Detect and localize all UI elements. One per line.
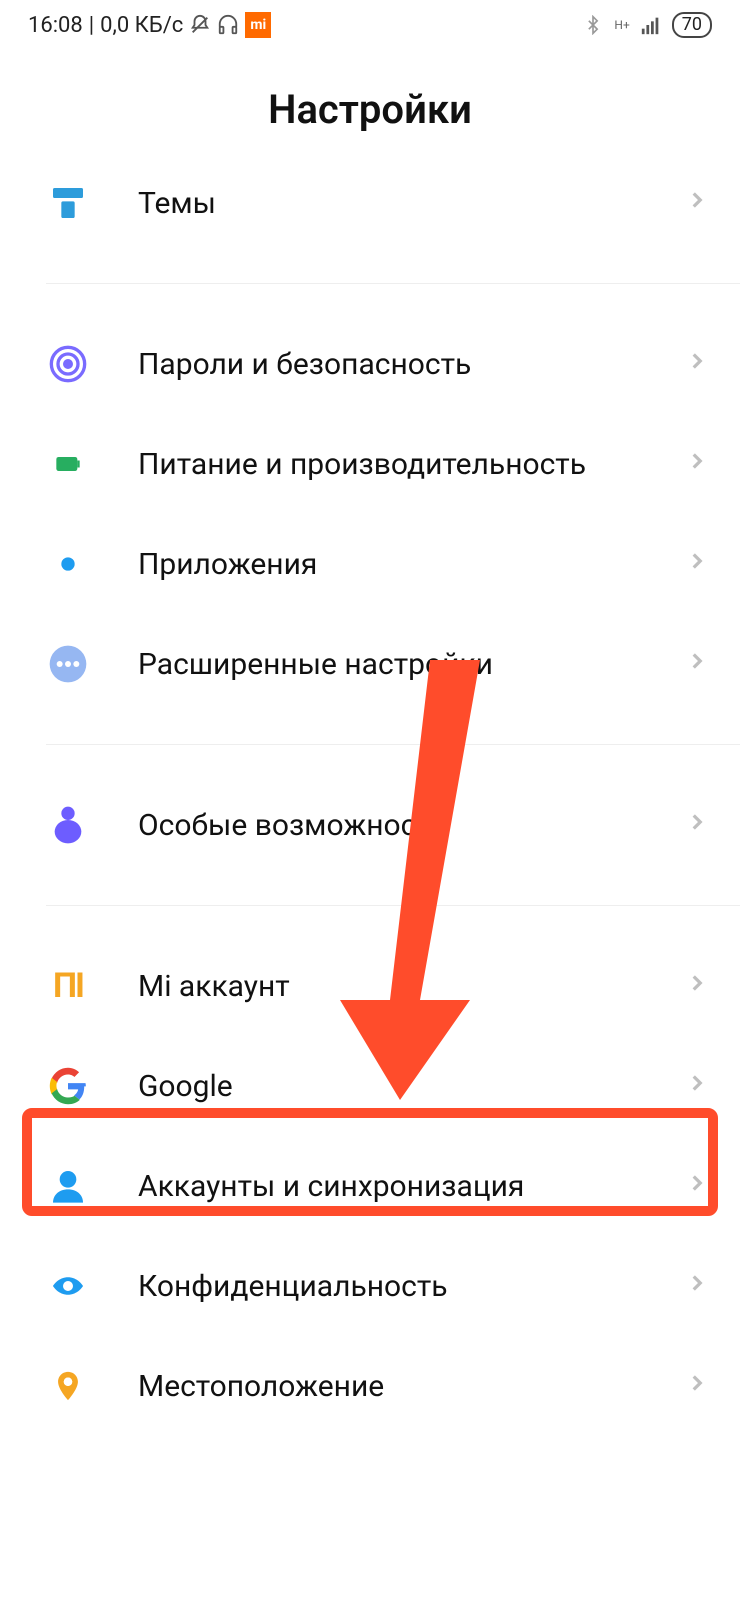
chevron-right-icon <box>684 547 710 582</box>
status-time: 16:08 <box>28 13 83 38</box>
headphones-icon <box>217 14 239 36</box>
chevron-right-icon <box>684 1269 710 1304</box>
themes-icon <box>46 181 90 225</box>
item-label: Приложения <box>138 547 674 582</box>
separator <box>46 283 740 284</box>
more-icon <box>46 642 90 686</box>
accessibility-icon <box>46 803 90 847</box>
signal-icon <box>640 14 662 36</box>
mute-icon <box>189 14 211 36</box>
settings-item-mi-account[interactable]: ПI Mi аккаунт <box>0 936 740 1036</box>
chevron-right-icon <box>684 1169 710 1204</box>
item-label: Пароли и безопасность <box>138 347 674 382</box>
bluetooth-icon <box>582 14 604 36</box>
mi-notification-icon: mi <box>245 12 271 38</box>
item-label: Mi аккаунт <box>138 969 674 1004</box>
network-type: H+ <box>614 19 629 31</box>
item-label: Питание и производительность <box>138 447 674 482</box>
chevron-right-icon <box>684 1069 710 1104</box>
chevron-right-icon <box>684 347 710 382</box>
settings-item-advanced[interactable]: Расширенные настройки <box>0 614 740 714</box>
item-label: Конфиденциальность <box>138 1269 674 1304</box>
chevron-right-icon <box>684 969 710 1004</box>
settings-item-security[interactable]: Пароли и безопасность <box>0 314 740 414</box>
location-pin-icon <box>46 1364 90 1408</box>
status-bar: 16:08 | 0,0 КБ/с mi H+ 70 <box>0 0 740 46</box>
separator <box>46 905 740 906</box>
separator <box>46 744 740 745</box>
status-speed: 0,0 КБ/с <box>100 13 183 38</box>
settings-item-google[interactable]: Google <box>0 1036 740 1136</box>
chevron-right-icon <box>684 808 710 843</box>
settings-item-themes[interactable]: Темы <box>0 153 740 253</box>
item-label: Аккаунты и синхронизация <box>138 1169 674 1204</box>
person-icon <box>46 1164 90 1208</box>
page-title: Настройки <box>0 86 740 133</box>
status-right: H+ 70 <box>582 12 712 38</box>
chevron-right-icon <box>684 1369 710 1404</box>
google-icon <box>46 1064 90 1108</box>
item-label: Google <box>138 1069 674 1104</box>
item-label: Расширенные настройки <box>138 647 674 682</box>
eye-icon <box>46 1264 90 1308</box>
settings-item-battery[interactable]: Питание и производительность <box>0 414 740 514</box>
settings-item-accounts[interactable]: Аккаунты и синхронизация <box>0 1136 740 1236</box>
item-label: Темы <box>138 186 674 221</box>
settings-item-accessibility[interactable]: Особые возможности <box>0 775 740 875</box>
battery-icon <box>46 442 90 486</box>
item-label: Особые возможности <box>138 808 674 843</box>
fingerprint-icon <box>46 342 90 386</box>
settings-item-privacy[interactable]: Конфиденциальность <box>0 1236 740 1336</box>
settings-item-location[interactable]: Местоположение <box>0 1336 740 1436</box>
chevron-right-icon <box>684 186 710 221</box>
battery-level: 70 <box>672 12 712 38</box>
item-label: Местоположение <box>138 1369 674 1404</box>
chevron-right-icon <box>684 647 710 682</box>
settings-item-apps[interactable]: Приложения <box>0 514 740 614</box>
settings-list: Темы Пароли и безопасность Питание и про… <box>0 153 740 1436</box>
status-left: 16:08 | 0,0 КБ/с mi <box>28 12 271 38</box>
chevron-right-icon <box>684 447 710 482</box>
status-sep: | <box>89 13 94 38</box>
mi-logo-icon: ПI <box>46 964 90 1008</box>
gear-icon <box>46 542 90 586</box>
